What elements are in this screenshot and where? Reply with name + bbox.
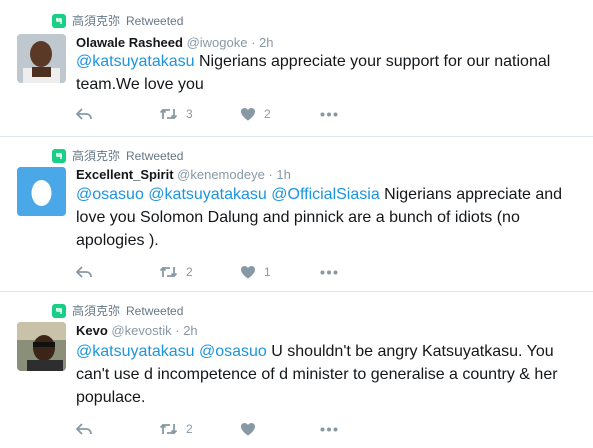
tweet-card[interactable]: 高須克弥 Retweeted Excellent_Spirit @kenemod… (0, 137, 593, 292)
retweet-count: 2 (186, 422, 193, 436)
separator-dot: · (251, 35, 256, 50)
tweet-text: @katsuyatakasu Nigerians appreciate your… (76, 50, 576, 96)
like-icon (241, 108, 255, 121)
reply-button[interactable] (76, 265, 159, 279)
retweet-count: 3 (186, 107, 193, 121)
mention-link[interactable]: @katsuyatakasu (76, 53, 195, 70)
avatar[interactable] (17, 34, 66, 83)
tweet-header: Olawale Rasheed @iwogoke · 2h (76, 35, 274, 50)
author-name[interactable]: Excellent_Spirit (76, 167, 174, 182)
tweet-header: Kevo @kevostik · 2h (76, 323, 198, 338)
more-icon (320, 427, 338, 431)
more-button[interactable] (320, 427, 338, 432)
reply-button[interactable] (76, 422, 159, 436)
retweet-button[interactable]: 3 (159, 107, 240, 121)
like-count: 1 (264, 265, 271, 279)
like-icon (241, 423, 255, 436)
retweet-badge-icon (52, 303, 66, 318)
author-name[interactable]: Olawale Rasheed (76, 35, 183, 50)
mention-link[interactable]: @katsuyatakasu (76, 343, 195, 360)
author-handle[interactable]: @kenemodeye (177, 167, 265, 182)
tweet-text-line: team.We love you (76, 76, 204, 93)
retweeted-label: Retweeted (126, 303, 184, 318)
tweet-text-line: @osasuo @katsuyatakasu @OfficialSiasia N… (76, 183, 576, 206)
retweet-icon (159, 108, 178, 120)
retweet-context[interactable]: 高須克弥 Retweeted (52, 147, 183, 164)
tweet-actions: 2 1 (76, 265, 338, 279)
like-button[interactable]: 1 (240, 265, 320, 279)
tweet-card[interactable]: 高須克弥 Retweeted Olawale Rasheed @iwogoke … (0, 0, 593, 137)
separator-dot: · (268, 167, 273, 182)
timestamp[interactable]: 1h (276, 167, 290, 182)
egg-avatar-icon (17, 167, 66, 216)
tweet-card[interactable]: 高須克弥 Retweeted Kevo @kevostik · 2h @kats… (0, 292, 593, 448)
more-icon (320, 112, 338, 116)
tweet-text-line: can't use d incompetence of d minister t… (76, 366, 558, 383)
mention-link[interactable]: @katsuyatakasu (148, 186, 267, 203)
retweeter-name[interactable]: 高須克弥 (72, 147, 120, 164)
retweet-button[interactable]: 2 (159, 265, 240, 279)
reply-icon (76, 266, 92, 278)
timestamp[interactable]: 2h (259, 35, 273, 50)
author-handle[interactable]: @kevostik (111, 323, 171, 338)
like-button[interactable]: 2 (240, 107, 320, 121)
text-fragment: U shouldn't be angry Katsuyatkasu. You (266, 343, 554, 360)
mention-link[interactable]: @OfficialSiasia (271, 186, 379, 203)
retweet-icon (159, 266, 178, 278)
timestamp[interactable]: 2h (183, 323, 197, 338)
avatar[interactable] (17, 167, 66, 216)
retweeter-name[interactable]: 高須克弥 (72, 302, 120, 319)
retweet-count: 2 (186, 265, 193, 279)
tweet-text-line: love you Solomon Dalung and pinnick are … (76, 209, 520, 226)
separator-dot: · (175, 323, 180, 338)
retweeter-name[interactable]: 高須克弥 (72, 12, 120, 29)
mention-link[interactable]: @osasuo (76, 186, 144, 203)
text-fragment: Nigerians appreciate your support for ou… (194, 53, 551, 70)
reply-icon (76, 108, 92, 120)
retweet-button[interactable]: 2 (159, 422, 240, 436)
mention-link[interactable]: @osasuo (199, 343, 267, 360)
author-name[interactable]: Kevo (76, 323, 108, 338)
tweet-text-line: @katsuyatakasu Nigerians appreciate your… (76, 50, 576, 73)
tweet-text: @osasuo @katsuyatakasu @OfficialSiasia N… (76, 183, 576, 252)
tweet-actions: 2 (76, 422, 338, 436)
like-icon (241, 266, 255, 279)
more-button[interactable] (320, 112, 338, 117)
avatar[interactable] (17, 322, 66, 371)
timeline-feed: 高須克弥 Retweeted Olawale Rasheed @iwogoke … (0, 0, 593, 448)
tweet-text-line: @katsuyatakasu @osasuo U shouldn't be an… (76, 340, 576, 363)
retweet-badge-icon (52, 148, 66, 163)
author-handle[interactable]: @iwogoke (187, 35, 248, 50)
retweeted-label: Retweeted (126, 148, 184, 163)
tweet-text-line: apologies ). (76, 232, 159, 249)
retweet-icon (159, 423, 178, 435)
tweet-text-line: populace. (76, 389, 146, 406)
retweet-badge-icon (52, 13, 66, 28)
more-icon (320, 270, 338, 274)
retweet-context[interactable]: 高須克弥 Retweeted (52, 12, 183, 29)
like-count: 2 (264, 107, 271, 121)
retweet-context[interactable]: 高須克弥 Retweeted (52, 302, 183, 319)
reply-button[interactable] (76, 107, 159, 121)
more-button[interactable] (320, 270, 338, 275)
tweet-text: @katsuyatakasu @osasuo U shouldn't be an… (76, 340, 576, 409)
like-button[interactable] (240, 422, 320, 436)
tweet-actions: 3 2 (76, 107, 338, 121)
retweeted-label: Retweeted (126, 13, 184, 28)
text-fragment: Nigerians appreciate and (379, 186, 563, 203)
reply-icon (76, 423, 92, 435)
tweet-header: Excellent_Spirit @kenemodeye · 1h (76, 167, 291, 182)
